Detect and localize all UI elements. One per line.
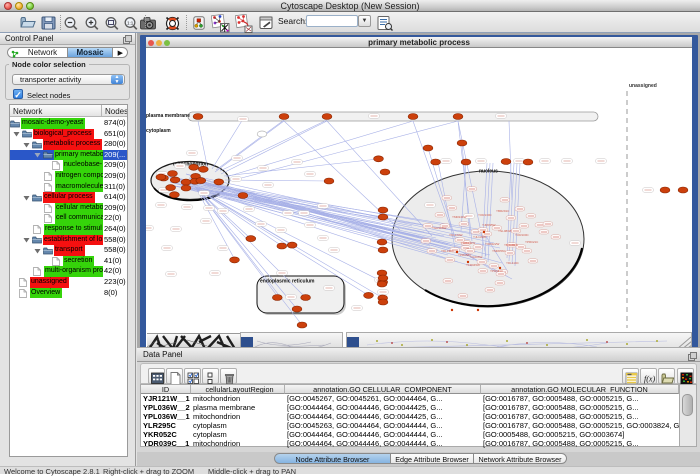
svg-text:YBR291C: YBR291C [496,209,510,213]
svg-text:cytoplasm: cytoplasm [146,128,171,134]
svg-text:YFR045W: YFR045W [466,263,480,267]
svg-text:unassigned: unassigned [629,83,657,89]
svg-text:YOR100C: YOR100C [515,233,530,237]
svg-text:YMR241W: YMR241W [452,215,467,219]
svg-text:YKL120W: YKL120W [449,233,463,237]
svg-text:plasma membrane: plasma membrane [146,113,190,119]
svg-text:YOR130C: YOR130C [478,213,493,217]
svg-text:YJR095W: YJR095W [482,223,496,227]
svg-text:YHR002W: YHR002W [461,241,475,245]
svg-text:YOR222W: YOR222W [485,242,500,246]
svg-text:YMR056C: YMR056C [492,249,507,253]
svg-text:YDL198C: YDL198C [441,249,455,253]
svg-text:1:1: 1:1 [127,21,134,26]
svg-text:YIL006W: YIL006W [470,255,483,259]
svg-text:endoplasmic reticulum: endoplasmic reticulum [260,279,315,285]
svg-text:YBR085W: YBR085W [504,243,518,247]
svg-text:YPR011C: YPR011C [490,269,504,273]
svg-text:YJL133W: YJL133W [473,235,486,239]
svg-text:f(x): f(x) [644,374,655,383]
svg-text:YNL083W: YNL083W [498,229,512,233]
svg-text:YDL119C: YDL119C [506,261,520,265]
svg-text:YGR125W: YGR125W [432,226,447,230]
svg-text:YPR021C: YPR021C [525,240,539,244]
svg-text:nucleus: nucleus [479,169,498,175]
